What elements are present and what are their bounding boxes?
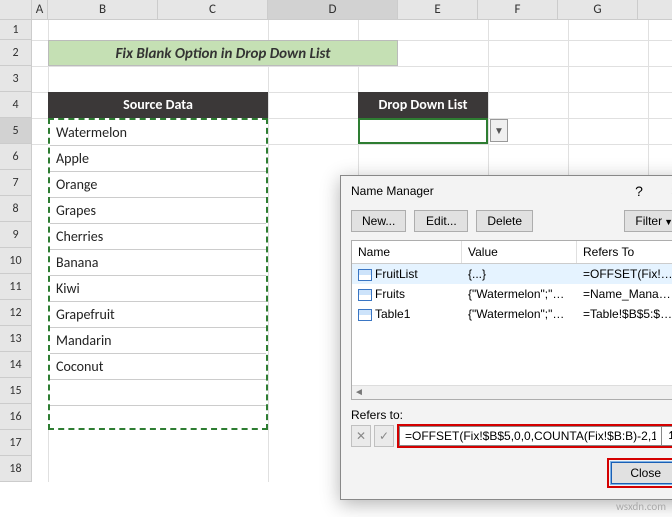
chevron-down-icon: ▼ [664,217,672,227]
scroll-left-icon[interactable]: ◄ [354,387,364,398]
accept-edit-button[interactable]: ✓ [374,425,394,447]
value-cell: {"Watermelon";"Ap... [462,285,577,303]
name-cell: FruitList [375,267,418,281]
watermark: wsxdn.com [616,500,666,513]
value-cell: {...} [462,265,577,283]
refers-to-label: Refers to: [351,408,672,422]
col-header-g[interactable]: G [558,0,638,19]
name-cell: Fruits [375,287,405,301]
col-refers[interactable]: Refers To [577,241,672,263]
name-manager-dialog: Name Manager ? × New... Edit... Delete F… [340,175,672,500]
row-header-13[interactable]: 13 [0,326,31,352]
select-all-corner[interactable] [0,0,32,19]
col-header-a[interactable]: A [32,0,48,19]
row-header-9[interactable]: 9 [0,222,31,248]
name-row[interactable]: FruitList {...} =OFFSET(Fix!$B$5... [352,264,672,284]
list-item[interactable]: Grapes [50,198,266,224]
dialog-close-icon[interactable]: × [660,176,672,206]
name-cell: Table1 [375,307,410,321]
range-picker-icon[interactable]: ↥ [662,426,672,446]
refers-cell: =Table!$B$5:$B$15 [577,305,672,323]
list-item[interactable]: Grapefruit [50,302,266,328]
source-data-range: Watermelon Apple Orange Grapes Cherries … [48,118,268,430]
title-banner: Fix Blank Option in Drop Down List [48,40,398,66]
dropdown-cell[interactable] [358,118,488,144]
dialog-title-text: Name Manager [351,184,434,198]
list-item[interactable] [50,406,266,432]
discard-edit-button[interactable]: ✕ [351,425,371,447]
row-header-18[interactable]: 18 [0,456,31,482]
list-item[interactable]: Watermelon [50,120,266,146]
dropdown-list-header: Drop Down List [358,92,488,118]
row-header-10[interactable]: 10 [0,248,31,274]
dialog-title: Name Manager ? × [341,176,672,206]
list-item[interactable]: Apple [50,146,266,172]
row-header-15[interactable]: 15 [0,378,31,404]
row-header-11[interactable]: 11 [0,274,31,300]
column-headers: A B C D E F G [0,0,672,20]
list-item[interactable]: Orange [50,172,266,198]
list-item[interactable]: Cherries [50,224,266,250]
refers-to-input[interactable] [399,426,662,446]
list-item[interactable]: Kiwi [50,276,266,302]
dialog-help-button[interactable]: ? [624,176,654,206]
dialog-footer: Close [341,448,672,498]
row-header-7[interactable]: 7 [0,170,31,196]
new-button[interactable]: New... [351,210,406,232]
name-row[interactable]: Table1 {"Watermelon";"Ap... =Table!$B$5:… [352,304,672,324]
refers-to-highlight: ↥ [397,424,672,448]
table-icon [358,269,372,281]
row-header-2[interactable]: 2 [0,40,31,66]
worksheet-grid[interactable]: Fix Blank Option in Drop Down List Sourc… [32,20,672,482]
value-cell: {"Watermelon";"Ap... [462,305,577,323]
list-item[interactable]: Mandarin [50,328,266,354]
refers-cell: =Name_Manager!$... [577,285,672,303]
row-header-5[interactable]: 5 [0,118,31,144]
horizontal-scrollbar[interactable]: ◄► [352,385,672,399]
refers-cell: =OFFSET(Fix!$B$5... [577,265,672,283]
dialog-toolbar: New... Edit... Delete Filter▼ [341,206,672,240]
col-header-b[interactable]: B [48,0,158,19]
table-icon [358,309,372,321]
col-header-e[interactable]: E [398,0,478,19]
delete-button[interactable]: Delete [476,210,533,232]
list-item[interactable] [50,380,266,406]
row-header-6[interactable]: 6 [0,144,31,170]
name-row[interactable]: Fruits {"Watermelon";"Ap... =Name_Manage… [352,284,672,304]
col-header-c[interactable]: C [158,0,268,19]
col-name[interactable]: Name [352,241,462,263]
row-header-17[interactable]: 17 [0,430,31,456]
row-header-8[interactable]: 8 [0,196,31,222]
names-list: Name Value Refers To FruitList {...} =OF… [351,240,672,400]
dropdown-arrow-icon[interactable]: ▼ [490,119,508,142]
row-header-14[interactable]: 14 [0,352,31,378]
source-data-header: Source Data [48,92,268,118]
filter-button[interactable]: Filter▼ [624,210,672,232]
row-header-3[interactable]: 3 [0,66,31,92]
filter-label: Filter [635,214,662,228]
close-button[interactable]: Close [611,462,672,484]
edit-button[interactable]: Edit... [414,210,468,232]
col-header-d[interactable]: D [268,0,398,19]
row-header-4[interactable]: 4 [0,92,31,118]
list-item[interactable]: Banana [50,250,266,276]
col-value[interactable]: Value [462,241,577,263]
refers-to-row: ✕ ✓ ↥ [351,424,672,448]
row-header-1[interactable]: 1 [0,20,31,40]
table-icon [358,289,372,301]
row-headers: 1 2 3 4 5 6 7 8 9 10 11 12 13 14 15 16 1… [0,20,32,482]
close-highlight: Close [607,458,672,488]
row-header-12[interactable]: 12 [0,300,31,326]
col-header-f[interactable]: F [478,0,558,19]
list-item[interactable]: Coconut [50,354,266,380]
names-list-header: Name Value Refers To [352,241,672,264]
row-header-16[interactable]: 16 [0,404,31,430]
